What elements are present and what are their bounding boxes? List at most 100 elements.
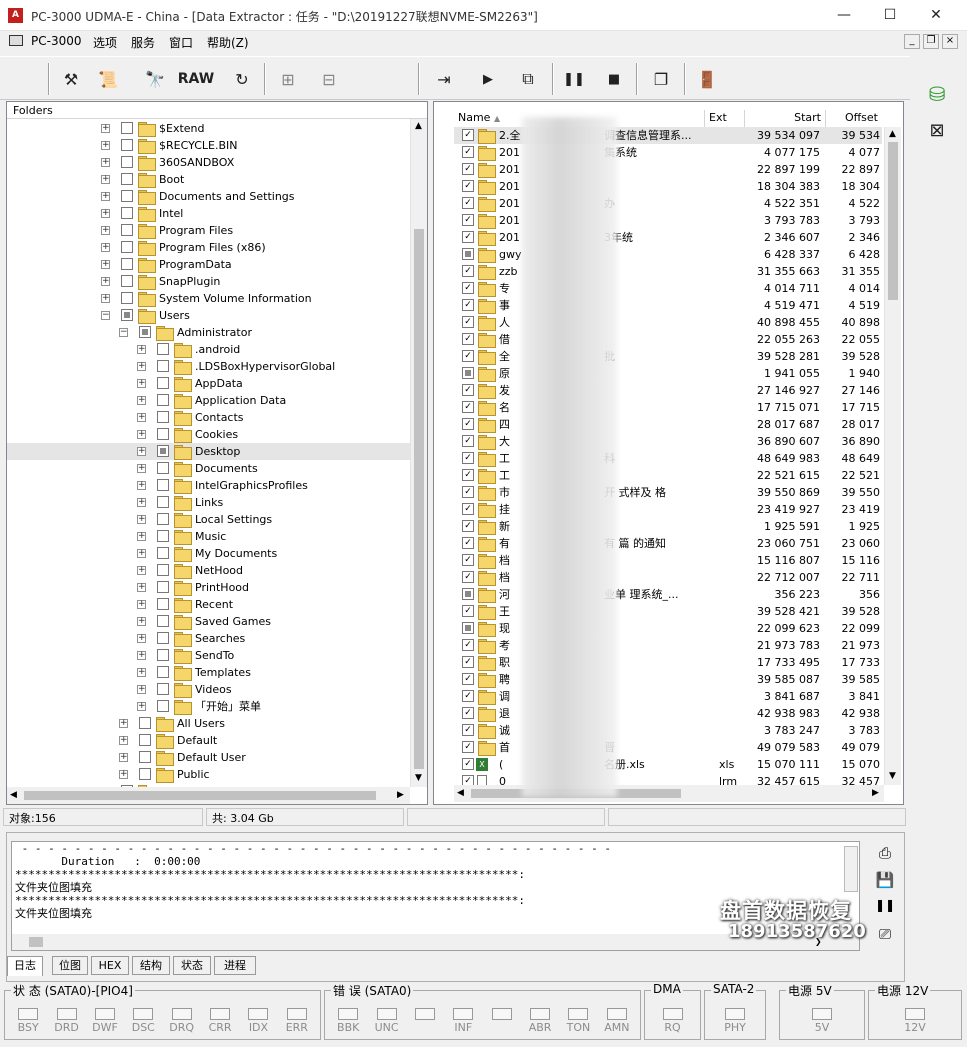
expand-icon[interactable]: +: [137, 651, 146, 660]
file-row[interactable]: ✓ 王 39 528 421 39 528: [454, 603, 882, 620]
tree-horizontal-scrollbar[interactable]: ◀ ▶: [7, 787, 410, 804]
tree-row[interactable]: + Program Files: [7, 222, 410, 239]
file-row[interactable]: ✓ 聘 39 585 087 39 585: [454, 671, 882, 688]
file-row[interactable]: ✓ 有有 篇 的通知 23 060 751 23 060: [454, 535, 882, 552]
tree-checkbox[interactable]: [139, 326, 151, 338]
scroll-thumb[interactable]: [888, 142, 898, 300]
file-row[interactable]: ✓ 201 3年统 2 346 607 2 346: [454, 229, 882, 246]
tree-checkbox[interactable]: [121, 190, 133, 202]
log-pause-icon[interactable]: ❚❚: [874, 898, 896, 918]
stop-icon[interactable]: ■: [602, 65, 626, 93]
tree-row[interactable]: + Videos: [7, 681, 410, 698]
open-folder-icon[interactable]: ↻: [228, 65, 256, 93]
expand-icon[interactable]: +: [101, 260, 110, 269]
tree-row[interactable]: − Administrator: [7, 324, 410, 341]
tree-checkbox[interactable]: [121, 122, 133, 134]
file-row[interactable]: ✓ 201 18 304 383 18 304: [454, 178, 882, 195]
scroll-up-icon[interactable]: ▲: [415, 121, 422, 131]
tree-checkbox[interactable]: [157, 700, 169, 712]
file-checkbox[interactable]: ✓: [462, 231, 474, 243]
tree-checkbox[interactable]: [157, 649, 169, 661]
file-checkbox[interactable]: ✓: [462, 435, 474, 447]
expand-icon[interactable]: +: [137, 464, 146, 473]
file-checkbox[interactable]: ✓: [462, 554, 474, 566]
file-checkbox[interactable]: ✓: [462, 656, 474, 668]
maximize-button[interactable]: ☐: [867, 0, 913, 31]
scroll-down-icon[interactable]: ▼: [415, 773, 422, 783]
file-checkbox[interactable]: ✓: [462, 384, 474, 396]
expand-icon[interactable]: +: [137, 702, 146, 711]
file-checkbox[interactable]: ✓: [462, 316, 474, 328]
file-checkbox[interactable]: ✓: [462, 418, 474, 430]
tree-row[interactable]: + System Volume Information: [7, 290, 410, 307]
expand-icon[interactable]: +: [137, 600, 146, 609]
scroll-left-icon[interactable]: ◀: [10, 790, 17, 800]
file-vertical-scrollbar[interactable]: ▲ ▼: [884, 127, 901, 785]
tree-row[interactable]: + NetHood: [7, 562, 410, 579]
database-sync-icon[interactable]: ⛁: [922, 82, 952, 110]
tree-row[interactable]: + SnapPlugin: [7, 273, 410, 290]
column-ext[interactable]: Ext: [705, 110, 745, 127]
file-row[interactable]: ✓ 2.全 调查信息管理系... 39 534 097 39 534: [454, 127, 882, 144]
log-save-icon[interactable]: 💾: [874, 871, 896, 891]
file-row[interactable]: ✓全批39 528 28139 528: [454, 348, 882, 365]
expand-icon[interactable]: +: [137, 362, 146, 371]
file-checkbox[interactable]: ✓: [462, 180, 474, 192]
tree-structure-icon[interactable]: ⊞: [274, 65, 302, 93]
log-clear-icon[interactable]: ⎚: [874, 925, 896, 945]
expand-icon[interactable]: +: [137, 345, 146, 354]
file-row[interactable]: 原 1 941 055 1 940: [454, 365, 882, 382]
play-icon[interactable]: ▶: [476, 65, 500, 93]
tree-row[interactable]: +360SANDBOX: [7, 154, 410, 171]
file-checkbox[interactable]: ✓: [462, 537, 474, 549]
script-icon[interactable]: 📜: [95, 65, 121, 93]
expand-icon[interactable]: +: [119, 719, 128, 728]
file-row[interactable]: ✓ 名 17 715 071 17 715: [454, 399, 882, 416]
tree-row[interactable]: + SendTo: [7, 647, 410, 664]
menu-service[interactable]: 服务: [131, 34, 155, 51]
file-row[interactable]: ✓ 四 28 017 687 28 017: [454, 416, 882, 433]
file-row[interactable]: ✓ 档 22 712 007 22 711: [454, 569, 882, 586]
tree-vertical-scrollbar[interactable]: ▲ ▼: [410, 119, 427, 787]
scroll-down-icon[interactable]: ▼: [889, 771, 896, 781]
file-checkbox[interactable]: [462, 248, 474, 260]
file-row[interactable]: ✓ 大 36 890 607 36 890: [454, 433, 882, 450]
file-row[interactable]: ✓201办4 522 3514 522: [454, 195, 882, 212]
expand-icon[interactable]: +: [137, 583, 146, 592]
tree-row[interactable]: + All Users: [7, 715, 410, 732]
tree-row[interactable]: + Default User: [7, 749, 410, 766]
file-row[interactable]: ✓ 职 17 733 495 17 733: [454, 654, 882, 671]
tree-row[interactable]: + Boot: [7, 171, 410, 188]
tree-row[interactable]: + .LDSBoxHypervisorGlobal: [7, 358, 410, 375]
file-checkbox[interactable]: ✓: [462, 350, 474, 362]
expand-icon[interactable]: +: [101, 209, 110, 218]
file-checkbox[interactable]: ✓: [462, 775, 474, 785]
file-row[interactable]: ✓ 档 15 116 807 15 116: [454, 552, 882, 569]
file-checkbox[interactable]: ✓: [462, 163, 474, 175]
file-checkbox[interactable]: [462, 622, 474, 634]
file-checkbox[interactable]: ✓: [462, 146, 474, 158]
tree-row[interactable]: + Cookies: [7, 426, 410, 443]
tab-bitmap[interactable]: 位图: [52, 956, 88, 975]
expand-icon[interactable]: +: [137, 481, 146, 490]
file-row[interactable]: ✓ X(名册.xls xls 15 070 111 15 070: [454, 756, 882, 773]
expand-icon[interactable]: +: [137, 532, 146, 541]
tree-checkbox[interactable]: [139, 751, 151, 763]
pause-icon[interactable]: ❚❚: [562, 65, 586, 93]
tree-checkbox[interactable]: [157, 445, 169, 457]
file-row[interactable]: 现 22 099 623 22 099: [454, 620, 882, 637]
tree-row[interactable]: + Saved Games: [7, 613, 410, 630]
close-button[interactable]: ✕: [913, 0, 959, 31]
file-checkbox[interactable]: ✓: [462, 741, 474, 753]
file-row[interactable]: ✓ 人 40 898 455 40 898: [454, 314, 882, 331]
mdi-minimize-button[interactable]: _: [904, 34, 920, 49]
file-row[interactable]: ✓ 市开 式样及 格 39 550 869 39 550: [454, 484, 882, 501]
tree-checkbox[interactable]: [121, 275, 133, 287]
menu-window[interactable]: 窗口: [169, 34, 193, 51]
expand-icon[interactable]: +: [101, 124, 110, 133]
column-start[interactable]: Start: [745, 110, 826, 127]
tree-row[interactable]: + Templates: [7, 664, 410, 681]
tree-row[interactable]: + Documents and Settings: [7, 188, 410, 205]
tab-process[interactable]: 进程: [214, 956, 256, 975]
tree-row[interactable]: + Music: [7, 528, 410, 545]
